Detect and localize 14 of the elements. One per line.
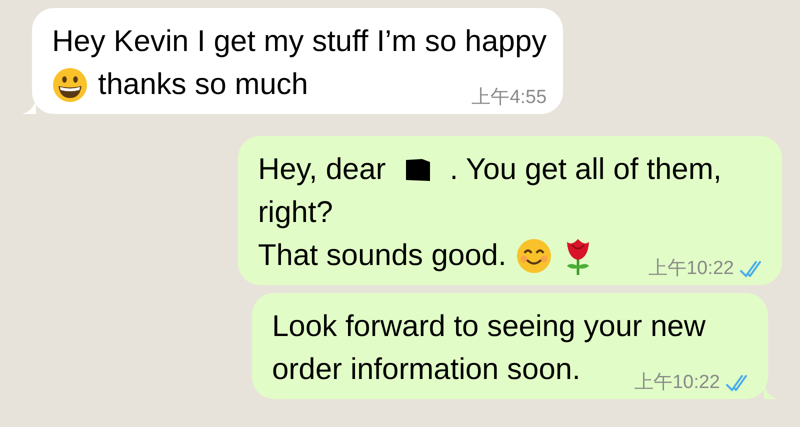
message-time: 上午10:22	[648, 256, 734, 280]
message-text: . You get all of them,	[450, 152, 722, 188]
message-text: Hey, dear	[258, 152, 386, 188]
message-text: Look forward to seeing your new	[272, 309, 706, 345]
message-time: 上午10:22	[634, 370, 720, 394]
message-text: That sounds good.	[258, 238, 506, 274]
message-text: thanks so much	[98, 67, 308, 103]
smiling-emoji-icon	[516, 238, 552, 274]
message-text: right?	[258, 195, 333, 231]
message-text: Hey Kevin I get my stuff I’m so happy	[52, 24, 547, 60]
message-text: order information soon.	[272, 352, 580, 388]
message-time: 上午4:55	[472, 86, 547, 110]
redaction-mark	[404, 158, 432, 182]
grinning-emoji-icon	[52, 66, 88, 102]
